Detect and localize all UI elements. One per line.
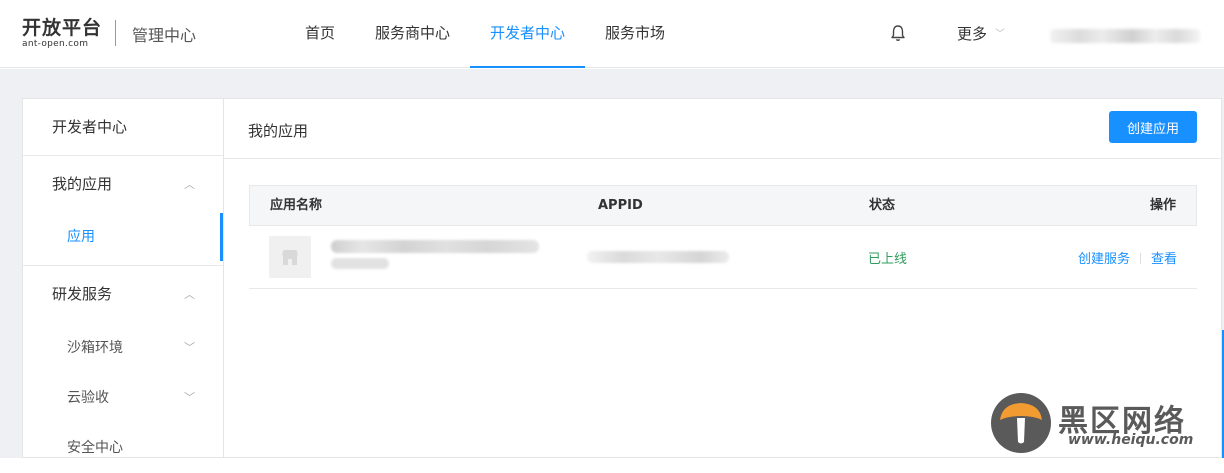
appid-blurred <box>587 251 729 263</box>
column-app-name: 应用名称 <box>270 198 323 213</box>
more-menu[interactable]: 更多 ﹀ <box>957 23 1005 44</box>
chevron-down-icon: ﹀ <box>995 29 1006 40</box>
site-watermark: 黑区网络 www.heiqu.com <box>990 392 1222 456</box>
app-subtitle-blurred <box>331 258 389 269</box>
column-appid: APPID <box>598 198 643 213</box>
nav-provider-center[interactable]: 服务商中心 <box>355 0 470 68</box>
mushroom-logo-icon <box>991 393 1051 453</box>
sidebar-group-label: 研发服务 <box>52 285 113 303</box>
bell-icon[interactable] <box>888 23 908 43</box>
view-link[interactable]: 查看 <box>1151 252 1177 267</box>
create-service-link[interactable]: 创建服务 <box>1078 252 1130 267</box>
sidebar-item-cloud-acceptance[interactable]: 云验收 ﹀ <box>23 373 223 423</box>
action-divider <box>1139 253 1141 264</box>
nav-home[interactable]: 首页 <box>285 0 355 68</box>
store-icon <box>282 250 298 265</box>
sidebar-group-label: 我的应用 <box>52 175 113 193</box>
column-operations: 操作 <box>1149 198 1176 213</box>
logo-domain: ant-open.com <box>22 39 89 49</box>
table-row: 已上线 创建服务 查看 <box>249 226 1197 289</box>
app-name-blurred <box>331 240 539 253</box>
sidebar-item-security-center[interactable]: 安全中心 <box>23 423 223 473</box>
sidebar-title: 开发者中心 <box>23 99 223 156</box>
create-app-button[interactable]: 创建应用 <box>1109 111 1197 143</box>
row-actions: 创建服务 查看 <box>1078 248 1177 267</box>
main-nav: 首页 服务商中心 开发者中心 服务市场 <box>285 0 685 68</box>
chevron-down-icon: ﹀ <box>184 341 195 354</box>
apps-table: 应用名称 APPID 状态 操作 已上线 创建服务 查看 <box>249 185 1197 289</box>
page-title: 我的应用 <box>248 122 309 140</box>
sidebar-item-apps[interactable]: 应用 <box>23 213 223 261</box>
sidebar-item-label: 云验收 <box>67 390 109 406</box>
chevron-up-icon: ︿ <box>184 288 195 301</box>
top-navbar: 开放平台 ant-open.com 管理中心 首页 服务商中心 开发者中心 服务… <box>0 0 1224 68</box>
sidebar-item-sandbox[interactable]: 沙箱环境 ﹀ <box>23 323 223 373</box>
logo-divider <box>115 20 116 46</box>
user-account-blurred[interactable] <box>1050 29 1200 43</box>
app-icon <box>269 236 311 278</box>
logo-title: 开放平台 <box>22 17 103 39</box>
panel-header: 我的应用 创建应用 <box>224 99 1221 159</box>
admin-title: 管理中心 <box>132 26 197 45</box>
nav-developer-center[interactable]: 开发者中心 <box>470 0 586 68</box>
sidebar-group-my-apps[interactable]: 我的应用 ︿ <box>23 156 223 213</box>
chevron-down-icon: ﹀ <box>184 391 195 404</box>
more-label: 更多 <box>957 25 988 43</box>
sidebar-group-dev-services[interactable]: 研发服务 ︿ <box>23 266 223 323</box>
watermark-url: www.heiqu.com <box>1068 432 1194 448</box>
nav-service-market[interactable]: 服务市场 <box>585 0 685 68</box>
chevron-up-icon: ︿ <box>184 178 195 191</box>
table-header: 应用名称 APPID 状态 操作 <box>249 185 1197 226</box>
sidebar-item-label: 沙箱环境 <box>67 340 123 356</box>
sidebar: 开发者中心 我的应用 ︿ 应用 研发服务 ︿ 沙箱环境 ﹀ 云验收 ﹀ 安全中心 <box>22 98 223 458</box>
platform-logo[interactable]: 开放平台 ant-open.com <box>22 17 102 50</box>
status-badge: 已上线 <box>868 252 908 267</box>
column-status: 状态 <box>869 198 896 213</box>
